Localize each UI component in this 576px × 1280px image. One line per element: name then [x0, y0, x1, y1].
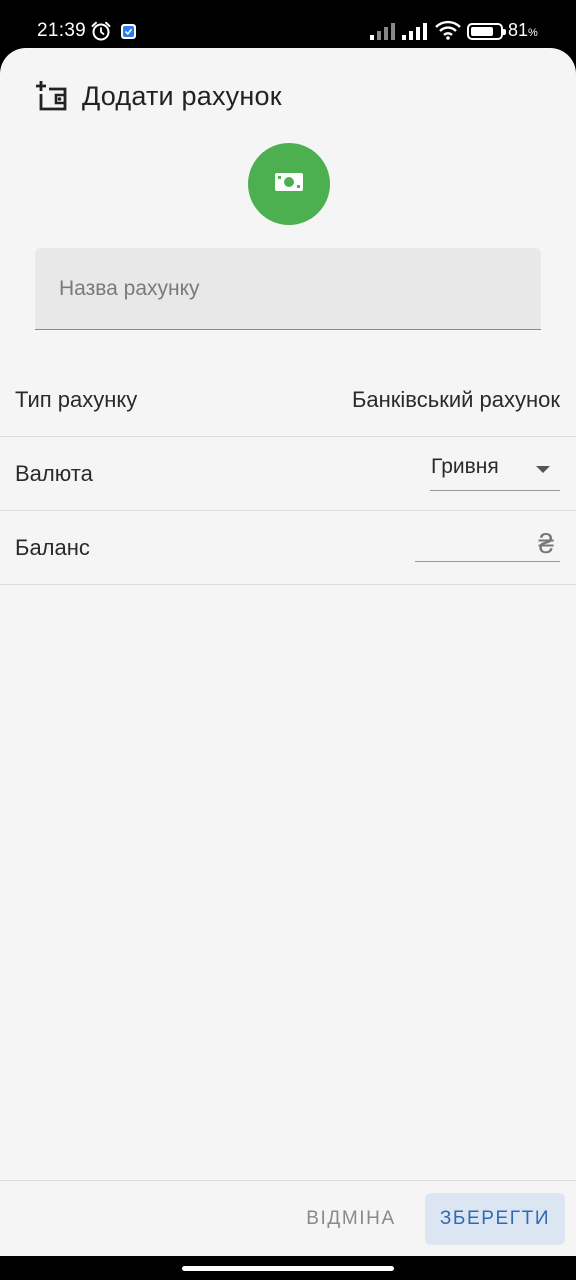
- wifi-icon: [435, 20, 461, 45]
- dialog-actions: ВІДМІНА ЗБЕРЕГТИ: [0, 1180, 576, 1256]
- account-type-value[interactable]: Банківський рахунок: [352, 363, 560, 437]
- account-icon-picker[interactable]: [248, 143, 330, 225]
- account-type-label: Тип рахунку: [15, 387, 138, 412]
- currency-label: Валюта: [15, 461, 93, 486]
- banknote-icon: [274, 171, 304, 198]
- alarm-icon: [90, 20, 112, 42]
- balance-label: Баланс: [15, 535, 90, 560]
- account-name-input[interactable]: [35, 248, 541, 329]
- hryvnia-currency-symbol: ₴: [538, 528, 554, 559]
- dropdown-arrow-icon: [536, 466, 550, 473]
- currency-row: Валюта Гривня: [0, 437, 576, 511]
- currency-selected-value: Гривня: [431, 455, 499, 478]
- balance-row: Баланс ₴: [0, 511, 576, 585]
- account-type-row[interactable]: Тип рахунку Банківський рахунок: [0, 363, 576, 437]
- battery-icon: [467, 23, 506, 40]
- status-time: 21:39: [37, 20, 87, 41]
- battery-percent: 81%: [508, 20, 538, 40]
- signal-icon: [402, 22, 428, 45]
- balance-input[interactable]: [415, 522, 525, 561]
- currency-dropdown[interactable]: Гривня: [430, 451, 560, 491]
- sheet-header: Додати рахунок: [34, 74, 282, 118]
- add-wallet-icon: [34, 79, 68, 113]
- navigation-bar: [0, 1256, 576, 1280]
- balance-field[interactable]: ₴: [415, 522, 560, 562]
- app-notification-icon: [121, 24, 136, 39]
- home-gesture-handle[interactable]: [182, 1266, 394, 1271]
- account-name-field[interactable]: [35, 248, 541, 330]
- save-button[interactable]: ЗБЕРЕГТИ: [425, 1193, 565, 1245]
- signal-icon: [370, 22, 396, 45]
- add-account-sheet: Додати рахунок Тип рахунку Банківський р…: [0, 48, 576, 1256]
- cancel-button[interactable]: ВІДМІНА: [293, 1193, 409, 1245]
- sheet-title: Додати рахунок: [82, 80, 282, 111]
